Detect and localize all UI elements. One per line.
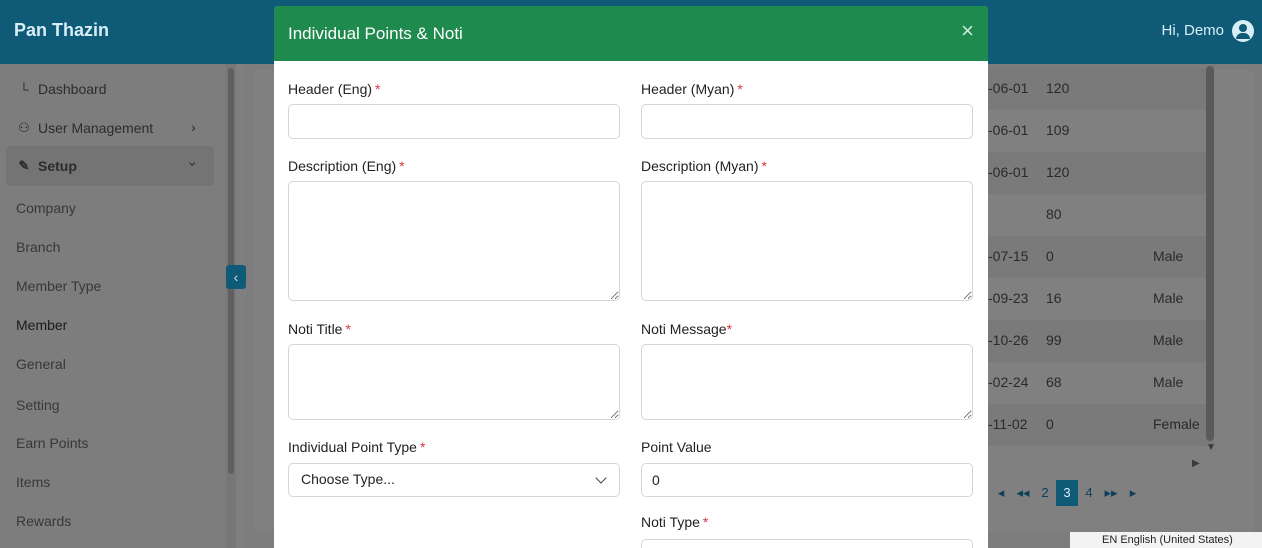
sidebar-item-dashboard[interactable]: └ Dashboard	[16, 81, 107, 97]
sidebar-item-user-management[interactable]: ⚇ User Management	[16, 120, 153, 136]
user-circle-icon[interactable]	[1232, 20, 1254, 42]
page-button-4[interactable]: 4	[1078, 480, 1100, 506]
gender-cell: Male	[1153, 248, 1184, 264]
individual-points-modal: Individual Points & Noti × Header (Eng) *…	[274, 6, 988, 548]
gender-cell: Female	[1153, 416, 1200, 432]
date-cell: -06-01	[988, 122, 1029, 138]
points-cell: 0	[1046, 248, 1054, 264]
table-row[interactable]: -06-01 120	[960, 68, 1214, 110]
language-indicator[interactable]: EN English (United States)	[1070, 532, 1262, 548]
date-cell: -09-23	[988, 290, 1029, 306]
date-cell: -10-26	[988, 332, 1029, 348]
points-cell: 109	[1046, 122, 1070, 138]
prev-page-icon[interactable]: ◂◂	[1012, 480, 1034, 506]
chevron-down-icon	[595, 472, 607, 484]
sidebar-item-label: User Management	[38, 120, 154, 136]
sidebar-item-setup[interactable]: ✎ Setup	[16, 158, 77, 174]
points-cell: 0	[1046, 416, 1054, 432]
users-icon: ⚇	[18, 120, 30, 135]
noti-type-select[interactable]	[641, 539, 973, 548]
gender-cell: Male	[1153, 332, 1184, 348]
point-value-input[interactable]	[641, 463, 973, 497]
point-value-label: Point Value	[641, 439, 712, 455]
points-cell: 99	[1046, 332, 1062, 348]
scroll-down-icon[interactable]: ▼	[1206, 442, 1216, 453]
next-page-icon[interactable]: ▸▸	[1100, 480, 1122, 506]
noti-title-label: Noti Title *	[288, 321, 351, 337]
date-cell: -06-01	[988, 164, 1029, 180]
table-row[interactable]: -11-02 0 Female	[960, 404, 1214, 446]
points-cell: 68	[1046, 374, 1062, 390]
sidebar-sub-member-type[interactable]: Member Type	[16, 278, 101, 294]
sidebar-item-label: Dashboard	[38, 81, 107, 97]
description-eng-label: Description (Eng) *	[288, 158, 405, 174]
description-eng-textarea[interactable]	[288, 181, 620, 301]
table-row[interactable]: -06-01 120	[960, 152, 1214, 194]
date-cell: -11-02	[988, 416, 1028, 432]
scroll-right-icon[interactable]: ▶	[1192, 458, 1200, 469]
table-row[interactable]: -10-26 99 Male	[960, 320, 1214, 362]
modal-header: Individual Points & Noti ×	[274, 6, 988, 61]
sidebar-sub-member[interactable]: Member	[16, 317, 67, 333]
sidebar-sub-rewards[interactable]: Rewards	[16, 513, 71, 529]
collapse-sidebar-button[interactable]: ‹	[226, 265, 246, 289]
points-cell: 80	[1046, 206, 1062, 222]
point-type-selected-value: Choose Type...	[301, 471, 395, 487]
pagination: ◂ ◂◂ 2 3 4 ▸▸ ▸	[990, 480, 1144, 506]
points-cell: 120	[1046, 164, 1070, 180]
table-row[interactable]: -02-24 68 Male	[960, 362, 1214, 404]
noti-title-textarea[interactable]	[288, 344, 620, 420]
point-type-label: Individual Point Type *	[288, 439, 426, 455]
gender-cell: Male	[1153, 374, 1184, 390]
user-greeting[interactable]: Hi, Demo	[1161, 22, 1224, 39]
table-row[interactable]: 80	[960, 194, 1214, 236]
noti-message-label: Noti Message*	[641, 321, 733, 337]
noti-message-textarea[interactable]	[641, 344, 973, 420]
sidebar-sub-branch[interactable]: Branch	[16, 239, 60, 255]
header-myan-label: Header (Myan) *	[641, 81, 743, 97]
sidebar-item-label: Setup	[38, 158, 77, 174]
points-cell: 16	[1046, 290, 1062, 306]
header-eng-input[interactable]	[288, 104, 620, 139]
noti-type-label: Noti Type *	[641, 514, 709, 530]
sidebar-sub-setting[interactable]: Setting	[16, 397, 60, 413]
sidebar-sub-earn-points[interactable]: Earn Points	[16, 435, 88, 451]
date-cell: -06-01	[988, 80, 1029, 96]
sidebar-sub-company[interactable]: Company	[16, 200, 76, 216]
description-myan-label: Description (Myan) *	[641, 158, 767, 174]
chart-line-icon: └	[19, 81, 29, 97]
sidebar-sub-items[interactable]: Items	[16, 474, 50, 490]
date-cell: -02-24	[988, 374, 1029, 390]
table-row[interactable]: -06-01 109	[960, 110, 1214, 152]
header-myan-input[interactable]	[641, 104, 973, 139]
page-button-2[interactable]: 2	[1034, 480, 1056, 506]
gender-cell: Male	[1153, 290, 1184, 306]
points-cell: 120	[1046, 80, 1070, 96]
header-eng-label: Header (Eng) *	[288, 81, 381, 97]
brand-name[interactable]: Pan Thazin	[14, 20, 109, 41]
description-myan-textarea[interactable]	[641, 181, 973, 301]
chevron-right-icon[interactable]: ›	[191, 119, 196, 135]
first-page-icon[interactable]: ◂	[990, 480, 1012, 506]
point-type-select[interactable]: Choose Type...	[288, 463, 620, 497]
page-button-3[interactable]: 3	[1056, 480, 1078, 506]
edit-icon: ✎	[18, 158, 30, 173]
table-row[interactable]: -07-15 0 Male	[960, 236, 1214, 278]
chevron-down-icon[interactable]: ›	[185, 162, 201, 167]
modal-title: Individual Points & Noti	[288, 24, 463, 43]
table-row[interactable]: -09-23 16 Male	[960, 278, 1214, 320]
last-page-icon[interactable]: ▸	[1122, 480, 1144, 506]
table-scrollbar[interactable]	[1206, 66, 1214, 441]
date-cell: -07-15	[988, 248, 1029, 264]
sidebar-sub-general[interactable]: General	[16, 356, 66, 372]
close-icon[interactable]: ×	[961, 20, 974, 42]
